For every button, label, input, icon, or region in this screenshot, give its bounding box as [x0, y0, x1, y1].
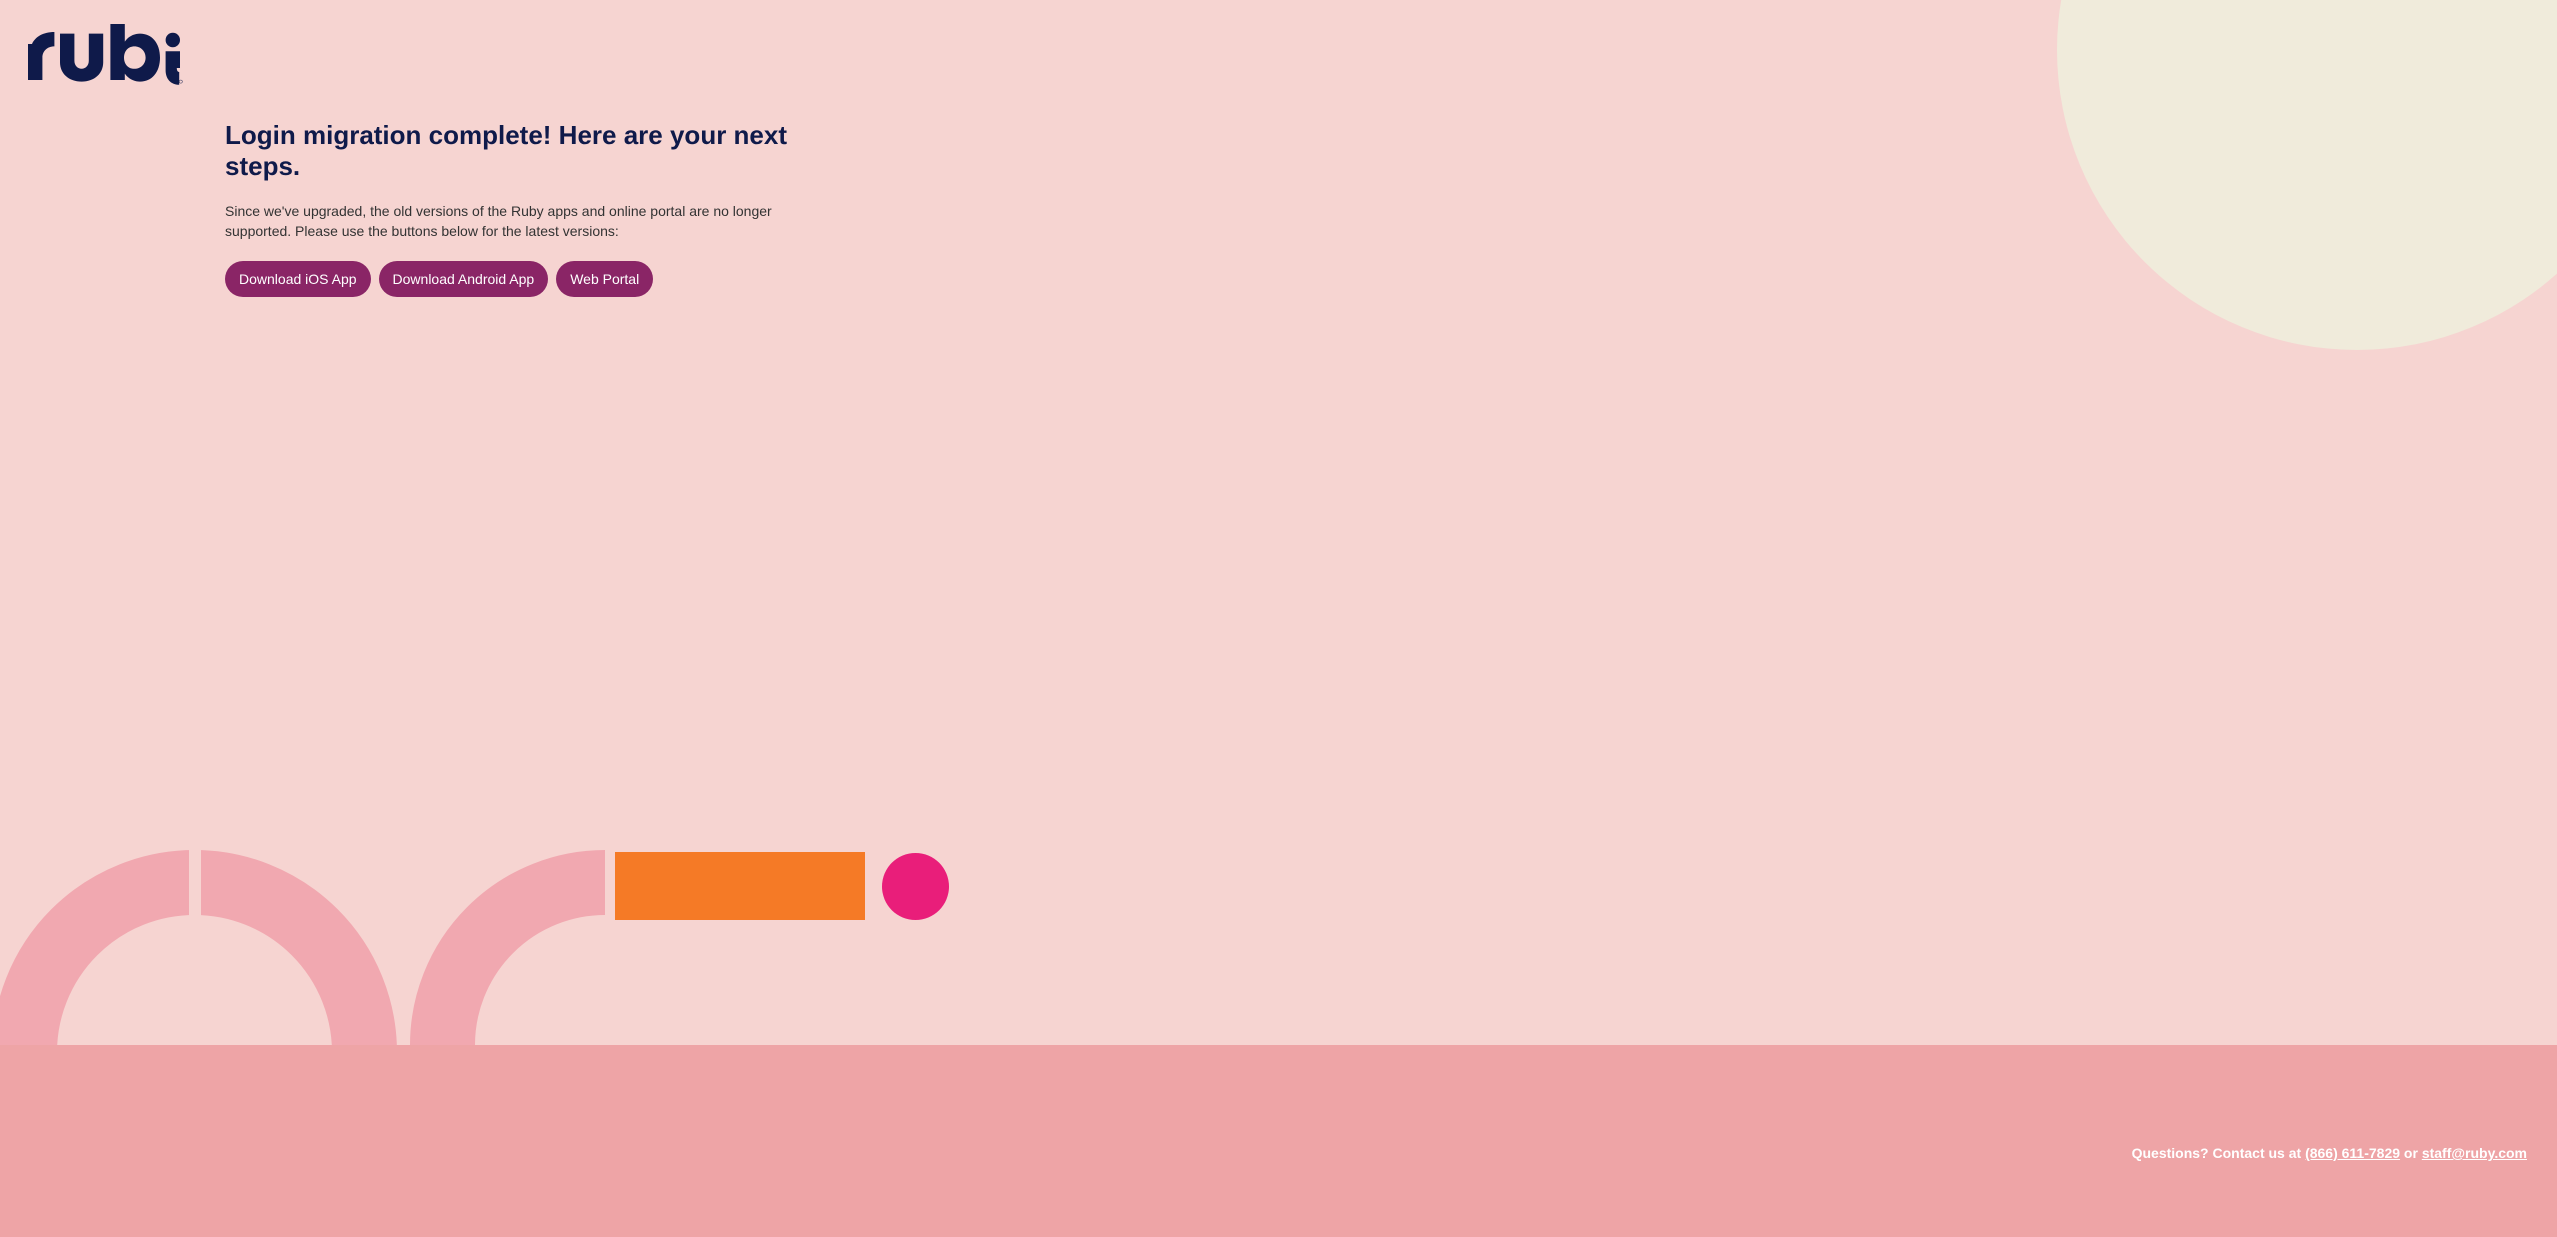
page-heading: Login migration complete! Here are your … — [225, 120, 845, 182]
footer-middle: or — [2400, 1145, 2422, 1161]
decorative-orange-rectangle — [615, 852, 865, 920]
footer-prefix: Questions? Contact us at — [2132, 1145, 2305, 1161]
download-ios-button[interactable]: Download iOS App — [225, 261, 371, 297]
button-row: Download iOS App Download Android App We… — [225, 261, 845, 297]
ruby-logo-icon — [24, 24, 184, 88]
footer-email-link[interactable]: staff@ruby.com — [2422, 1145, 2527, 1161]
decorative-arch-right — [410, 850, 605, 1045]
download-android-button[interactable]: Download Android App — [379, 261, 549, 297]
web-portal-button[interactable]: Web Portal — [556, 261, 653, 297]
decorative-shapes — [0, 850, 2557, 1045]
page-description: Since we've upgraded, the old versions o… — [225, 202, 805, 241]
decorative-arch-left — [0, 850, 397, 1045]
footer: Questions? Contact us at (866) 611-7829 … — [0, 1045, 2557, 1237]
decorative-cream-circle — [2057, 0, 2557, 350]
footer-contact: Questions? Contact us at (866) 611-7829 … — [2132, 1145, 2527, 1161]
ruby-logo — [24, 24, 184, 93]
main-content: Login migration complete! Here are your … — [225, 120, 845, 297]
footer-phone-link[interactable]: (866) 611-7829 — [2305, 1145, 2400, 1161]
decorative-magenta-circle — [882, 853, 949, 920]
